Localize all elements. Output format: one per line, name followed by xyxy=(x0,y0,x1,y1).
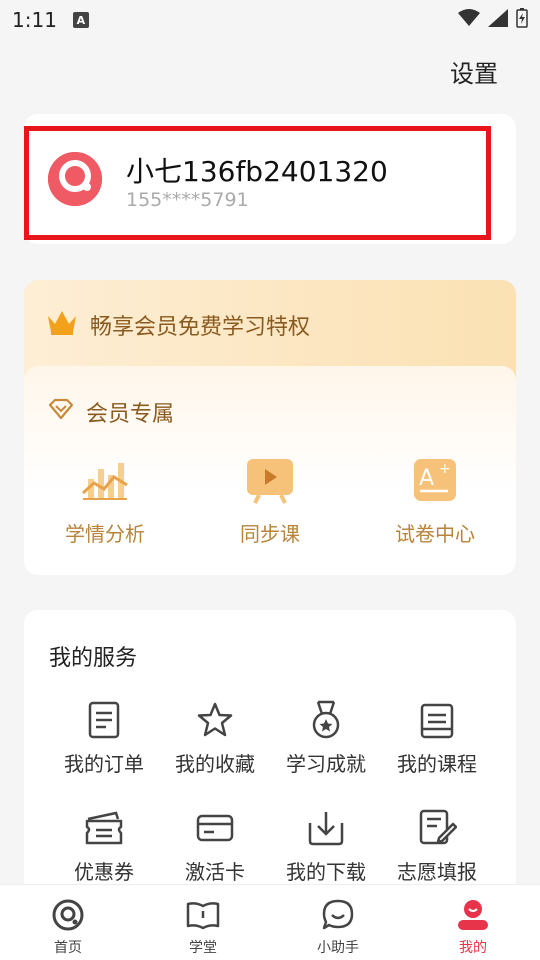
nav-label: 小助手 xyxy=(317,940,359,956)
status-icons xyxy=(458,8,528,28)
notification-a-icon: A xyxy=(72,12,89,28)
service-item-label: 我的下载 xyxy=(286,860,366,884)
diamond-icon xyxy=(48,398,74,420)
nav-item-mine[interactable]: 我的 xyxy=(433,885,513,957)
wifi-icon xyxy=(458,9,480,26)
battery-icon xyxy=(516,8,528,28)
svg-text:A: A xyxy=(419,466,434,491)
home-icon xyxy=(50,897,86,933)
bottom-nav: 首页 学堂 小助手 我的 xyxy=(0,884,540,960)
service-item-activation-card[interactable]: 激活卡 xyxy=(165,808,265,885)
service-item-label: 志愿填报 xyxy=(397,860,477,884)
nav-label: 学堂 xyxy=(189,940,217,956)
service-item-label: 我的收藏 xyxy=(175,752,255,776)
vip-item-exam-center[interactable]: A + 试卷中心 xyxy=(375,454,495,547)
medal-icon xyxy=(306,700,346,740)
nav-label: 首页 xyxy=(54,940,82,956)
service-item-application[interactable]: 志愿填报 xyxy=(387,808,487,885)
member-section-title: 会员专属 xyxy=(86,402,175,427)
vip-item-analysis[interactable]: 学情分析 xyxy=(45,454,165,547)
service-item-label: 我的课程 xyxy=(397,752,477,776)
form-edit-icon xyxy=(417,808,457,848)
vip-item-label: 试卷中心 xyxy=(395,522,475,546)
download-icon xyxy=(306,808,346,848)
profile-icon xyxy=(455,897,491,933)
nav-label: 我的 xyxy=(459,940,487,956)
service-item-label: 我的订单 xyxy=(64,752,144,776)
chat-icon xyxy=(320,897,356,933)
service-item-courses[interactable]: 我的课程 xyxy=(387,700,487,777)
vip-banner-text: 畅享会员免费学习特权 xyxy=(90,315,311,340)
chart-icon xyxy=(79,454,131,506)
service-item-orders[interactable]: 我的订单 xyxy=(54,700,154,777)
service-item-downloads[interactable]: 我的下载 xyxy=(276,808,376,885)
nav-item-home[interactable]: 首页 xyxy=(28,885,108,957)
nav-item-assistant[interactable]: 小助手 xyxy=(298,885,378,957)
signal-icon xyxy=(488,9,508,27)
card-icon xyxy=(195,808,235,848)
coupon-icon xyxy=(84,808,124,848)
status-time: 1:11 xyxy=(12,8,57,32)
order-icon xyxy=(84,700,124,740)
book-icon xyxy=(185,897,221,933)
course-icon xyxy=(417,700,457,740)
service-item-coupons[interactable]: 优惠券 xyxy=(54,808,154,885)
svg-text:+: + xyxy=(439,461,451,477)
service-item-label: 激活卡 xyxy=(185,860,245,884)
vip-item-label: 学情分析 xyxy=(65,522,145,546)
vip-item-label: 同步课 xyxy=(240,522,300,546)
service-item-favorites[interactable]: 我的收藏 xyxy=(165,700,265,777)
star-icon xyxy=(195,700,235,740)
service-item-label: 优惠券 xyxy=(74,860,134,884)
video-board-icon xyxy=(244,454,296,506)
crown-icon xyxy=(48,311,76,335)
profile-highlight-box xyxy=(24,126,491,240)
services-title: 我的服务 xyxy=(49,646,138,671)
nav-item-school[interactable]: 学堂 xyxy=(163,885,243,957)
exam-paper-icon: A + xyxy=(409,454,461,506)
settings-button[interactable]: 设置 xyxy=(450,54,498,89)
service-item-achievements[interactable]: 学习成就 xyxy=(276,700,376,777)
vip-item-sync-course[interactable]: 同步课 xyxy=(210,454,330,547)
service-item-label: 学习成就 xyxy=(286,752,366,776)
